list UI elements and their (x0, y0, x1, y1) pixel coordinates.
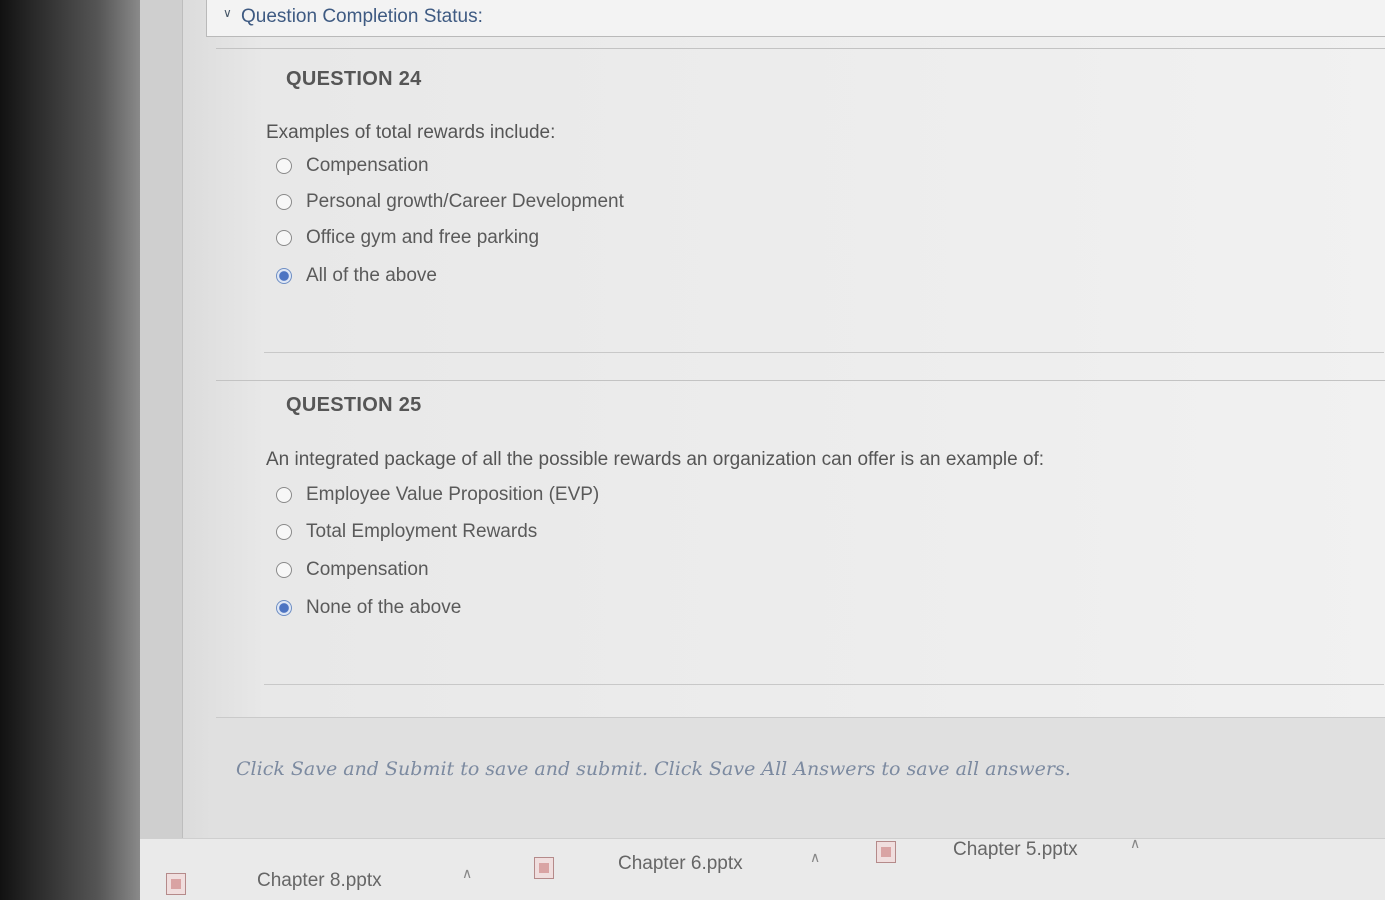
answer-option[interactable]: Employee Value Proposition (EVP) (276, 482, 599, 508)
download-name[interactable]: Chapter 8.pptx (257, 870, 382, 892)
answer-label[interactable]: Compensation (306, 155, 429, 177)
answer-option[interactable]: Office gym and free parking (276, 225, 539, 251)
powerpoint-file-icon[interactable] (534, 857, 554, 879)
downloads-bar: Chapter 8.pptx ∧ Chapter 6.pptx ∧ Chapte… (140, 835, 1385, 900)
question-bottom-divider (264, 684, 1384, 685)
chevron-up-icon[interactable]: ∧ (462, 865, 472, 882)
answer-option[interactable]: Compensation (276, 153, 429, 179)
screen: ∨ Question Completion Status: QUESTION 2… (0, 0, 1385, 900)
answer-label[interactable]: Personal growth/Career Development (306, 191, 624, 213)
question-title: QUESTION 24 (286, 68, 422, 90)
answer-option[interactable]: All of the above (276, 263, 437, 289)
radio-button[interactable] (276, 524, 292, 540)
radio-button[interactable] (276, 487, 292, 503)
radio-button[interactable] (276, 194, 292, 210)
submit-instructions: Click Save and Submit to save and submit… (216, 717, 1385, 838)
question-text: Examples of total rewards include: (266, 122, 556, 143)
answer-label[interactable]: None of the above (306, 597, 461, 619)
monitor-bezel (0, 0, 140, 900)
answer-option[interactable]: Personal growth/Career Development (276, 189, 624, 215)
radio-button-selected[interactable] (276, 600, 292, 616)
powerpoint-file-icon[interactable] (876, 841, 896, 863)
download-name[interactable]: Chapter 5.pptx (953, 839, 1078, 861)
radio-button[interactable] (276, 562, 292, 578)
download-item-chapter-5[interactable] (876, 841, 896, 863)
chevron-up-icon[interactable]: ∧ (810, 849, 820, 866)
question-completion-status[interactable]: ∨ Question Completion Status: (206, 0, 1385, 37)
left-gutter (140, 0, 183, 840)
question-text: An integrated package of all the possibl… (266, 449, 1045, 470)
radio-button[interactable] (276, 230, 292, 246)
download-item-chapter-6[interactable] (534, 857, 554, 879)
question-title: QUESTION 25 (286, 394, 422, 416)
answer-option[interactable]: None of the above (276, 595, 461, 621)
question-bottom-divider (264, 352, 1384, 353)
instructions-text: Click Save and Submit to save and submit… (236, 758, 1071, 780)
answer-option[interactable]: Total Employment Rewards (276, 519, 537, 545)
radio-button[interactable] (276, 158, 292, 174)
question-24: QUESTION 24 Examples of total rewards in… (216, 48, 1385, 348)
answer-option[interactable]: Compensation (276, 557, 429, 583)
radio-button-selected[interactable] (276, 268, 292, 284)
answer-label[interactable]: Office gym and free parking (306, 227, 539, 249)
completion-status-title[interactable]: Question Completion Status: (241, 6, 483, 28)
answer-label[interactable]: Total Employment Rewards (306, 521, 537, 543)
answer-label[interactable]: All of the above (306, 265, 437, 287)
question-25: QUESTION 25 An integrated package of all… (216, 380, 1385, 680)
download-item-chapter-8[interactable] (166, 873, 186, 895)
powerpoint-file-icon[interactable] (166, 873, 186, 895)
quiz-page: ∨ Question Completion Status: QUESTION 2… (140, 0, 1385, 900)
download-name[interactable]: Chapter 6.pptx (618, 853, 743, 875)
answer-label[interactable]: Compensation (306, 559, 429, 581)
answer-label[interactable]: Employee Value Proposition (EVP) (306, 484, 599, 506)
chevron-up-icon[interactable]: ∧ (1130, 835, 1140, 852)
chevron-down-icon[interactable]: ∨ (223, 6, 232, 20)
